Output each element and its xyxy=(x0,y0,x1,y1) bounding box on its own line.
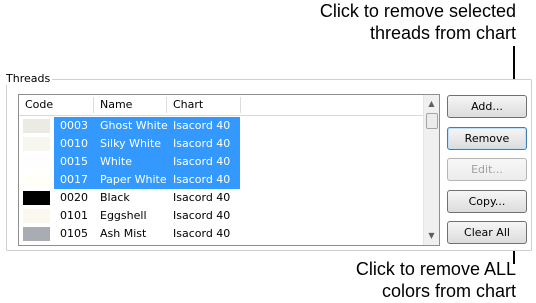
thread-name: Ash Mist xyxy=(100,227,147,240)
list-scrollbar[interactable]: ▲ ▼ xyxy=(423,95,439,245)
thread-name: Paper White xyxy=(100,173,167,186)
clear-all-callout: Click to remove ALL colors from chart xyxy=(356,258,516,302)
thread-chart: Isacord 40 xyxy=(173,191,231,204)
thread-color-swatch xyxy=(23,191,50,205)
thread-color-swatch xyxy=(23,209,50,223)
thread-row[interactable]: 0020 Black Isacord 40 xyxy=(19,189,423,207)
remove-callout-line1: Click to remove selected xyxy=(319,1,516,21)
thread-name: Ghost White xyxy=(100,119,168,132)
thread-chart: Isacord 40 xyxy=(173,137,231,150)
thread-color-swatch xyxy=(23,119,50,133)
thread-row[interactable]: 0010 Silky White Isacord 40 xyxy=(19,135,423,153)
threads-list[interactable]: Code Name Chart 0003 Ghost White Isacord 4… xyxy=(18,94,440,246)
thread-chart: Isacord 40 xyxy=(173,227,231,240)
threads-group-title: Threads xyxy=(4,72,53,85)
thread-row[interactable]: 0015 White Isacord 40 xyxy=(19,153,423,171)
thread-row[interactable]: 0003 Ghost White Isacord 40 xyxy=(19,117,423,135)
thread-chart: Isacord 40 xyxy=(173,209,231,222)
scroll-up-arrow-icon[interactable]: ▲ xyxy=(424,97,439,111)
thread-code: 0101 xyxy=(60,209,88,222)
thread-chart: Isacord 40 xyxy=(173,173,231,186)
copy-button[interactable]: Copy... xyxy=(447,190,527,213)
thread-code: 0015 xyxy=(60,155,88,168)
column-header-name[interactable]: Name xyxy=(94,95,170,115)
thread-row[interactable]: 0105 Ash Mist Isacord 40 xyxy=(19,225,423,243)
clear-all-callout-line2: colors from chart xyxy=(381,281,516,301)
thread-color-swatch xyxy=(23,173,50,187)
clear-all-button[interactable]: Clear All xyxy=(447,221,527,244)
thread-chart: Isacord 40 xyxy=(173,155,231,168)
thread-color-swatch xyxy=(23,227,50,241)
remove-button[interactable]: Remove xyxy=(447,127,527,150)
column-header-code[interactable]: Code xyxy=(19,95,95,115)
column-separator xyxy=(240,97,241,113)
list-header: Code Name Chart xyxy=(19,95,423,116)
thread-code: 0003 xyxy=(60,119,88,132)
thread-code: 0105 xyxy=(60,227,88,240)
thread-name: Silky White xyxy=(100,137,162,150)
thread-name: White xyxy=(100,155,132,168)
scroll-down-arrow-icon[interactable]: ▼ xyxy=(424,229,439,243)
thread-chart: Isacord 40 xyxy=(173,119,231,132)
column-header-chart[interactable]: Chart xyxy=(167,95,243,115)
remove-callout: Click to remove selected threads from ch… xyxy=(320,0,516,44)
clear-all-callout-line1: Click to remove ALL xyxy=(355,259,516,279)
edit-button[interactable]: Edit... xyxy=(447,158,527,181)
thread-code: 0010 xyxy=(60,137,88,150)
thread-code: 0020 xyxy=(60,191,88,204)
thread-color-swatch xyxy=(23,155,50,169)
thread-row[interactable]: 0017 Paper White Isacord 40 xyxy=(19,171,423,189)
thread-row[interactable]: 0101 Eggshell Isacord 40 xyxy=(19,207,423,225)
remove-callout-line2: threads from chart xyxy=(369,23,516,43)
thread-code: 0017 xyxy=(60,173,88,186)
add-button[interactable]: Add... xyxy=(447,95,527,118)
scroll-thumb[interactable] xyxy=(426,113,438,129)
thread-color-swatch xyxy=(23,137,50,151)
thread-name: Black xyxy=(100,191,130,204)
thread-name: Eggshell xyxy=(100,209,147,222)
